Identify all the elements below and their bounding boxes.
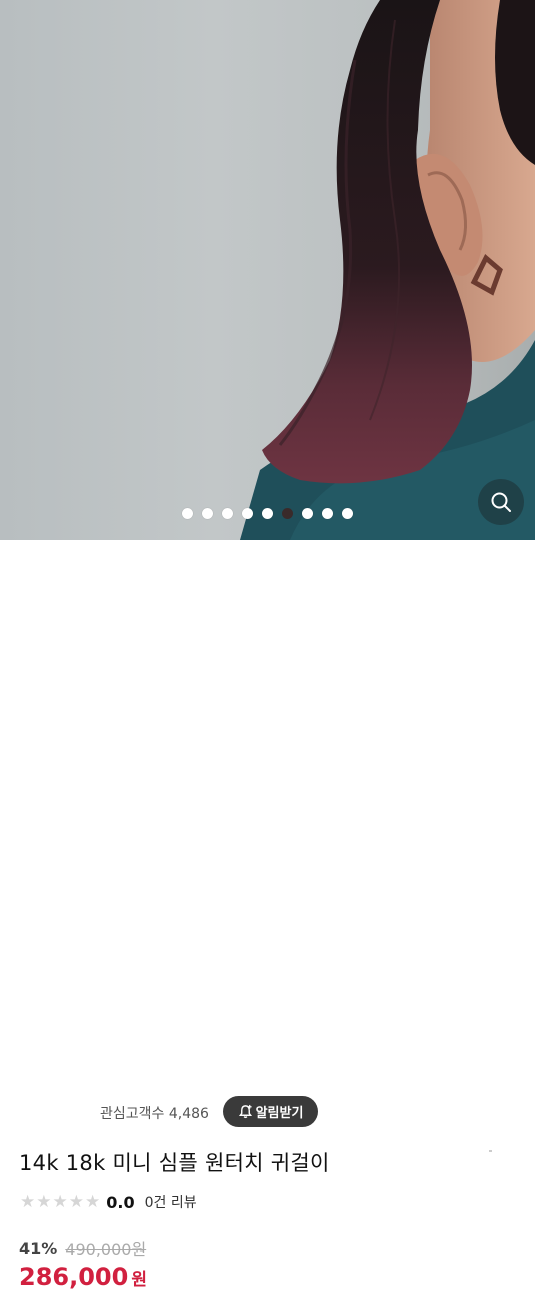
pagination-dot[interactable] bbox=[182, 508, 193, 519]
pagination-dot[interactable] bbox=[342, 508, 353, 519]
search-icon bbox=[491, 492, 511, 512]
star-icon: ★ bbox=[52, 1191, 68, 1212]
star-icon: ★ bbox=[20, 1191, 36, 1212]
notify-label: 알림받기 bbox=[255, 1106, 304, 1121]
discount-row: 41% 490,000원 bbox=[19, 1236, 146, 1260]
rating-row[interactable]: ★ ★ ★ ★ ★ 0.0 0건 리뷰 bbox=[20, 1192, 197, 1212]
pagination-dot[interactable] bbox=[242, 508, 253, 519]
bell-plus-icon bbox=[238, 1104, 252, 1119]
original-price: 490,000원 bbox=[65, 1240, 147, 1259]
rating-score: 0.0 bbox=[106, 1192, 135, 1212]
star-icon: ★ bbox=[68, 1191, 84, 1212]
sale-price: 286,000 원 bbox=[19, 1263, 147, 1291]
gallery-pagination[interactable] bbox=[0, 508, 535, 522]
product-info: 관심고객수 4,486 알림받기 14k 18k 미니 심플 원터치 귀걸이 ★… bbox=[0, 540, 535, 1291]
pagination-dot[interactable] bbox=[302, 508, 313, 519]
product-title: 14k 18k 미니 심플 원터치 귀걸이 bbox=[19, 1151, 330, 1175]
pagination-dot[interactable] bbox=[202, 508, 213, 519]
discount-rate: 41% bbox=[19, 1238, 58, 1258]
price-value: 286,000 bbox=[19, 1263, 129, 1291]
interest-count: 관심고객수 4,486 bbox=[100, 1106, 209, 1122]
pagination-dot[interactable] bbox=[222, 508, 233, 519]
product-photo[interactable] bbox=[0, 0, 535, 540]
product-image-gallery[interactable] bbox=[0, 0, 535, 540]
star-icon: ★ bbox=[36, 1191, 52, 1212]
notify-button[interactable]: 알림받기 bbox=[223, 1096, 318, 1127]
price-currency: 원 bbox=[131, 1270, 147, 1290]
star-icon: ★ bbox=[85, 1191, 101, 1212]
zoom-button[interactable] bbox=[478, 479, 524, 525]
pagination-dot[interactable] bbox=[262, 508, 273, 519]
review-count-link[interactable]: 0건 리뷰 bbox=[145, 1192, 197, 1212]
star-rating: ★ ★ ★ ★ ★ bbox=[20, 1191, 101, 1212]
pagination-dot[interactable] bbox=[322, 508, 333, 519]
divider-speck bbox=[489, 1150, 492, 1152]
pagination-dot[interactable] bbox=[282, 508, 293, 519]
